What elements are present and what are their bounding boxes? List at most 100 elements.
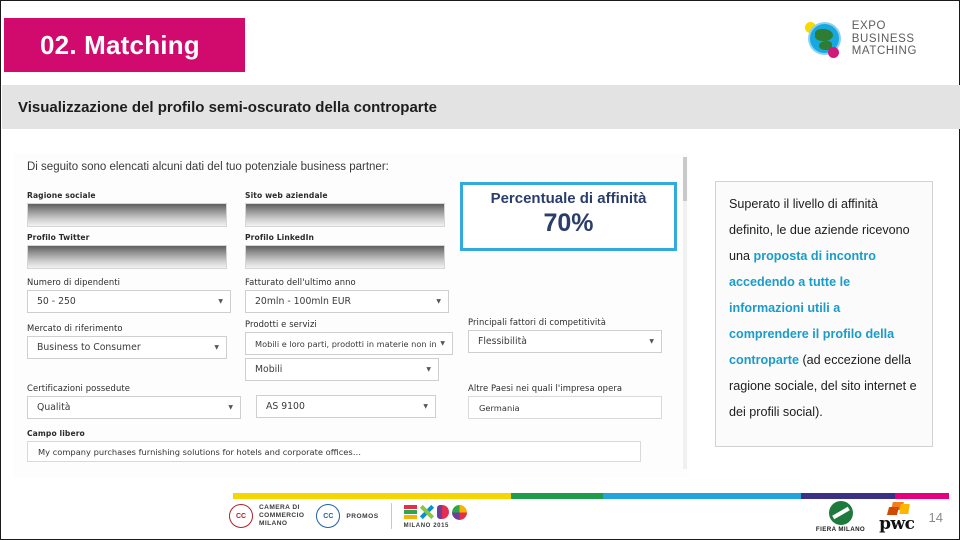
promos-logo: CC PROMOS: [316, 504, 378, 528]
field-campo-libero: Campo libero My company purchases furnis…: [27, 429, 641, 462]
expo-wordmark: [403, 504, 467, 521]
input-campo-libero[interactable]: My company purchases furnishing solution…: [27, 441, 641, 462]
chevron-down-icon: ▼: [436, 297, 441, 305]
camera-commercio-logo: CC CAMERA DI COMMERCIO MILANO: [229, 504, 304, 528]
field-label: Altre Paesi nei quali l'impresa opera: [468, 383, 623, 393]
field-label: Ragione sociale: [27, 191, 96, 200]
field-ragione-sociale: Ragione sociale: [27, 191, 227, 227]
subtitle-text: Visualizzazione del profilo semi-oscurat…: [18, 98, 437, 116]
field-label: Profilo LinkedIn: [245, 233, 315, 242]
select-value: Qualità: [37, 402, 71, 413]
footer-right-logos: FIERA MILANO pwc 14: [816, 501, 943, 533]
select-value: Flessibilità: [478, 336, 527, 347]
field-label: Certificazioni possedute: [27, 383, 130, 393]
field-label: Numero di dipendenti: [27, 277, 121, 287]
field-label: Sito web aziendale: [245, 191, 328, 200]
expo-milano-logo: MILANO 2015: [403, 504, 467, 529]
select-fattori-competitivita[interactable]: Flessibilità ▼: [468, 330, 662, 353]
affinity-caption: Percentuale di affinità: [490, 190, 647, 207]
chevron-down-icon: ▼: [228, 403, 233, 411]
expo-letter-x-icon: [419, 504, 434, 520]
callout-segment-highlight: proposta di incontro accedendo a tutte l…: [729, 249, 895, 367]
chevron-down-icon: ▼: [423, 402, 428, 410]
affinity-percentage-box: Percentuale di affinità 70%: [460, 182, 677, 251]
select-certificazioni-sub[interactable]: AS 9100 ▼: [256, 395, 436, 418]
expo-letter-o-icon: [451, 504, 467, 520]
field-label: Principali fattori di competitività: [468, 317, 606, 327]
field-label: Fatturato dell'ultimo anno: [245, 277, 356, 287]
footer-divider: [390, 503, 392, 529]
fiera-milano-logo: FIERA MILANO: [816, 501, 865, 533]
select-mercato-riferimento[interactable]: Business to Consumer ▼: [27, 336, 227, 359]
field-prodotti-servizi: Prodotti e servizi Mobili e loro parti, …: [245, 319, 453, 355]
promos-icon: CC: [316, 504, 341, 528]
section-title-banner: 02. Matching: [4, 18, 245, 72]
select-value: Mobili: [255, 364, 283, 375]
select-value: AS 9100: [266, 401, 305, 412]
select-value: Business to Consumer: [37, 342, 141, 353]
field-label: Campo libero: [27, 429, 85, 438]
logo-line-1: EXPO: [851, 20, 887, 33]
field-prodotti-servizi-sub: Mobili ▼: [245, 358, 439, 381]
section-title: 02. Matching: [40, 29, 200, 60]
subtitle-band: Visualizzazione del profilo semi-oscurat…: [2, 85, 960, 129]
chevron-down-icon: ▼: [218, 297, 223, 305]
affinity-value: 70%: [543, 209, 594, 237]
field-mercato-riferimento: Mercato di riferimento Business to Consu…: [27, 323, 227, 359]
masked-value: [27, 203, 227, 227]
select-value: Mobili e loro parti, prodotti in materie…: [255, 338, 437, 349]
input-value: Germania: [479, 402, 520, 413]
chevron-down-icon: ▼: [440, 339, 445, 347]
select-prodotti-servizi[interactable]: Mobili e loro parti, prodotti in materie…: [245, 332, 453, 355]
input-altre-paesi[interactable]: Germania: [468, 396, 662, 419]
camera-line-2: COMMERCIO: [259, 512, 305, 519]
masked-value: [27, 245, 227, 269]
masked-value: [245, 245, 445, 269]
field-numero-dipendenti: Numero di dipendenti 50 - 250 ▼: [27, 277, 231, 313]
expo-letter-p-icon: [436, 505, 449, 519]
pwc-flag-icon: [882, 502, 912, 516]
screenshot-scrollbar[interactable]: [683, 157, 687, 469]
select-prodotti-sub[interactable]: Mobili ▼: [245, 358, 439, 381]
masked-value: [245, 203, 445, 227]
chevron-down-icon: ▼: [649, 337, 654, 345]
expo-letter-e-icon: [403, 505, 417, 519]
pwc-logo: pwc: [879, 502, 915, 534]
camera-line-1: CAMERA DI: [259, 504, 300, 511]
field-altre-paesi: Altre Paesi nei quali l'impresa opera Ge…: [468, 383, 662, 419]
expo-business-matching-logo: EXPO BUSINESS MATCHING: [804, 19, 917, 59]
pwc-label: pwc: [879, 514, 915, 534]
slide: 02. Matching EXPO BUSINESS MATCHING Visu…: [0, 0, 960, 540]
field-sito-web-aziendale: Sito web aziendale: [245, 191, 445, 227]
field-certificazioni-possedute: Certificazioni possedute Qualità ▼: [27, 383, 241, 419]
camera-line-3: MILANO: [259, 520, 288, 527]
field-fattori-competitivita: Principali fattori di competitività Fles…: [468, 317, 662, 353]
field-label: Mercato di riferimento: [27, 323, 123, 333]
screenshot-intro-text: Di seguito sono elencati alcuni dati del…: [27, 161, 389, 173]
select-fatturato[interactable]: 20mln - 100mln EUR ▼: [245, 290, 449, 313]
field-profilo-linkedin: Profilo LinkedIn: [245, 233, 445, 269]
page-number: 14: [928, 509, 943, 525]
field-fatturato-ultimo-anno: Fatturato dell'ultimo anno 20mln - 100ml…: [245, 277, 449, 313]
footer-left-logos: CC CAMERA DI COMMERCIO MILANO CC PROMOS …: [229, 503, 467, 529]
callout-panel: Superato il livello di affinità definito…: [715, 181, 933, 447]
select-certificazioni[interactable]: Qualità ▼: [27, 396, 241, 419]
callout-text: Superato il livello di affinità definito…: [729, 191, 920, 425]
footer-color-stripe: [233, 493, 949, 499]
expo-sub-label: MILANO 2015: [403, 522, 449, 529]
fiera-milano-icon: [828, 501, 853, 525]
promos-label: PROMOS: [346, 512, 379, 520]
chevron-down-icon: ▼: [426, 365, 431, 373]
logo-line-3: MATCHING: [851, 45, 917, 58]
select-value: 20mln - 100mln EUR: [255, 296, 351, 307]
fiera-milano-label: FIERA MILANO: [815, 526, 866, 533]
camera-commercio-label: CAMERA DI COMMERCIO MILANO: [259, 504, 304, 528]
field-profilo-twitter: Profilo Twitter: [27, 233, 227, 269]
input-value: My company purchases furnishing solution…: [38, 446, 362, 457]
field-label: Profilo Twitter: [27, 233, 90, 242]
field-label: Prodotti e servizi: [245, 319, 317, 329]
camera-commercio-icon: CC: [229, 504, 253, 528]
select-numero-dipendenti[interactable]: 50 - 250 ▼: [27, 290, 231, 313]
select-value: 50 - 250: [37, 296, 76, 307]
globe-icon: [804, 19, 845, 59]
